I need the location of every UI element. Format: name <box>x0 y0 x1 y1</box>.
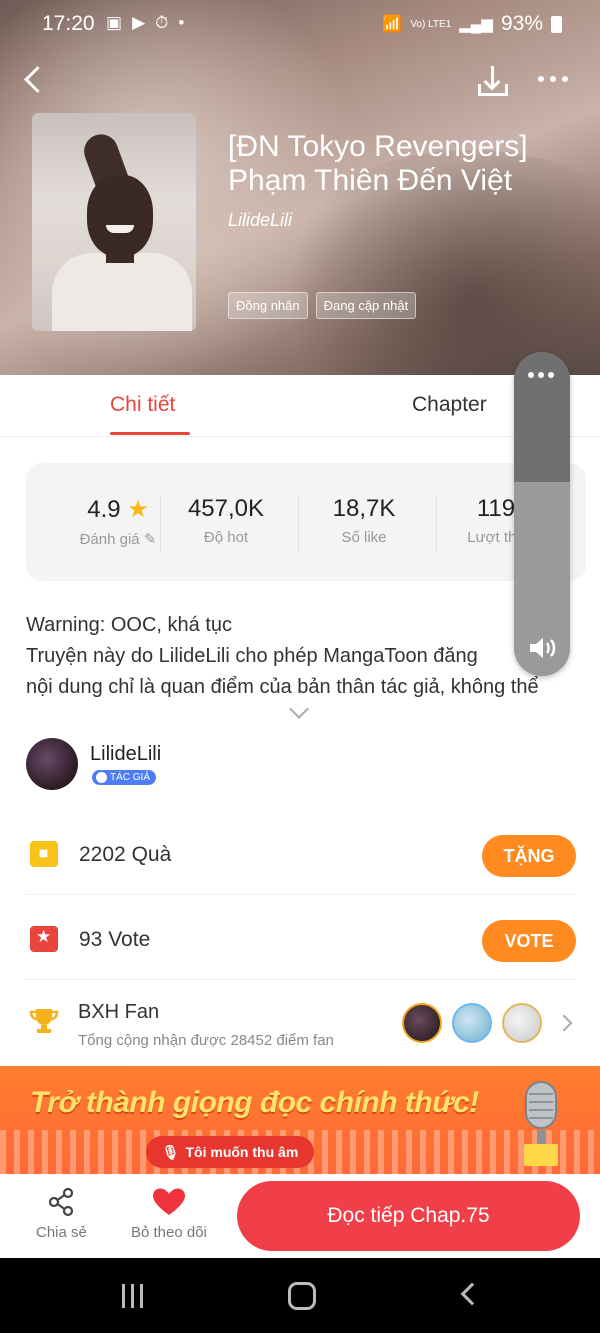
status-time: 17:20 <box>42 12 95 35</box>
system-back-icon[interactable] <box>460 1282 484 1306</box>
active-tab-indicator <box>110 432 190 435</box>
top-bar <box>0 58 600 102</box>
badge-icon <box>96 772 107 783</box>
battery-text: 93% <box>500 12 543 35</box>
tab-details[interactable]: Chi tiết <box>110 393 175 417</box>
chevron-right-icon[interactable] <box>555 1014 573 1032</box>
fan-ranking-row[interactable]: BXH Fan Tổng cộng nhận được 28452 điểm f… <box>26 985 586 1055</box>
votes-row: 93 Vote VOTE <box>26 898 576 980</box>
tag-list: Đồng nhân Đang cập nhật <box>228 292 417 319</box>
system-nav-bar <box>0 1258 600 1333</box>
author-profile[interactable]: LilideLili TÁC GIẢ <box>26 738 586 798</box>
home-icon[interactable] <box>288 1282 316 1310</box>
wifi-icon: 📶 <box>382 16 403 33</box>
network-label: Vo) LTE1 <box>410 18 452 30</box>
description-line: Warning: OOC, khá tục <box>26 614 232 636</box>
description-line: nội dung chỉ là quan điểm của bản thân t… <box>26 676 539 698</box>
star-icon: ★ <box>127 496 149 523</box>
speaker-icon[interactable] <box>528 636 558 660</box>
volume-panel[interactable] <box>514 352 570 676</box>
edit-icon: ✎ <box>143 531 157 548</box>
banner-headline: Trở thành giọng đọc chính thức! <box>30 1086 479 1119</box>
likes-value: 18,7K <box>332 495 396 522</box>
download-icon[interactable] <box>474 64 512 100</box>
cover-image <box>32 113 196 331</box>
vote-count: 93 <box>79 928 103 951</box>
vote-label: Vote <box>108 928 151 951</box>
expand-chevron-icon[interactable] <box>290 704 308 722</box>
unfollow-label: Bỏ theo dõi <box>131 1224 207 1241</box>
hot-label: Độ hot <box>203 529 249 546</box>
fan-avatar[interactable] <box>452 1003 492 1043</box>
description: Warning: OOC, khá tục Truyện này do Lili… <box>26 610 586 703</box>
timer-icon: ⏱ <box>155 13 169 32</box>
avatar[interactable] <box>26 738 78 790</box>
back-icon[interactable] <box>20 60 50 100</box>
rating-value: 4.9 <box>87 496 121 523</box>
battery-icon <box>551 15 562 33</box>
gift-label: Quà <box>131 843 172 866</box>
fan-avatar[interactable] <box>402 1003 442 1043</box>
status-right: 📶 Vo) LTE1 ▂▄▆ 93% <box>382 12 562 36</box>
share-button[interactable]: Chia sẻ <box>36 1186 87 1241</box>
tag-item[interactable]: Đang cập nhật <box>315 292 417 319</box>
recents-icon[interactable] <box>122 1284 148 1308</box>
signal-icon: ▂▄▆ <box>459 16 493 33</box>
vote-ticket-icon <box>30 926 58 952</box>
fan-ranking-subtitle: Tổng cộng nhận được 28452 điểm fan <box>78 1032 334 1049</box>
manga-detail-screen: 17:20 ▣ ▶ ⏱ • 📶 Vo) LTE1 ▂▄▆ 93% [ĐN Tok… <box>0 0 600 1333</box>
gifts-row: 2202 Quà TẶNG <box>26 813 576 895</box>
volume-menu-icon[interactable] <box>528 372 554 378</box>
description-line: Truyện này do LilideLili cho phép MangaT… <box>26 645 478 667</box>
likes-label: Số like <box>341 529 387 546</box>
unfollow-button[interactable]: Bỏ theo dõi <box>131 1186 207 1241</box>
microphone-icon: 🎙 <box>161 1143 180 1160</box>
continue-reading-button[interactable]: Đọc tiếp Chap.75 <box>237 1181 580 1251</box>
microphone-illustration-icon <box>524 1081 558 1166</box>
vote-button[interactable]: VOTE <box>482 920 576 962</box>
tab-bar: Chi tiết Chapter <box>0 375 600 437</box>
gift-icon <box>30 841 58 867</box>
notification-icons: ▣ ▶ ⏱ • <box>106 13 184 33</box>
stats-card: 4.9 ★ Đánh giá ✎ 457,0K Độ hot 18,7K Số … <box>26 463 586 581</box>
more-options-icon[interactable] <box>538 76 568 82</box>
stat-hot: 457,0K Độ hot <box>156 495 296 546</box>
story-title: [ĐN Tokyo Revengers] Phạm Thiên Đến Việt <box>228 130 528 197</box>
give-gift-button[interactable]: TẶNG <box>482 835 576 877</box>
fan-ranking-title: BXH Fan <box>78 1001 160 1023</box>
tab-chapters[interactable]: Chapter <box>412 393 487 417</box>
status-bar: 17:20 ▣ ▶ ⏱ • 📶 Vo) LTE1 ▂▄▆ 93% <box>0 0 600 50</box>
trophy-icon <box>29 1009 59 1033</box>
stat-likes: 18,7K Số like <box>294 495 434 546</box>
share-label: Chia sẻ <box>36 1224 87 1241</box>
tag-item[interactable]: Đồng nhân <box>228 292 308 319</box>
author-badge: TÁC GIẢ <box>92 770 157 785</box>
bottom-action-bar: Chia sẻ Bỏ theo dõi Đọc tiếp Chap.75 <box>0 1174 600 1258</box>
heart-icon <box>152 1188 185 1215</box>
record-button[interactable]: 🎙 Tôi muốn thu âm <box>146 1136 314 1168</box>
gift-count: 2202 <box>79 843 126 866</box>
author-name: LilideLili <box>90 743 162 765</box>
story-author[interactable]: LilideLili <box>228 210 292 231</box>
gallery-icon: ▣ <box>106 13 123 32</box>
voice-recruit-banner[interactable]: Trở thành giọng đọc chính thức! 🎙 Tôi mu… <box>0 1066 600 1174</box>
rating-label: Đánh giá <box>79 531 140 548</box>
share-icon <box>49 1187 74 1217</box>
dot-icon: • <box>178 13 185 32</box>
fan-avatar[interactable] <box>502 1003 542 1043</box>
play-icon: ▶ <box>132 13 146 32</box>
hot-value: 457,0K <box>187 495 265 522</box>
